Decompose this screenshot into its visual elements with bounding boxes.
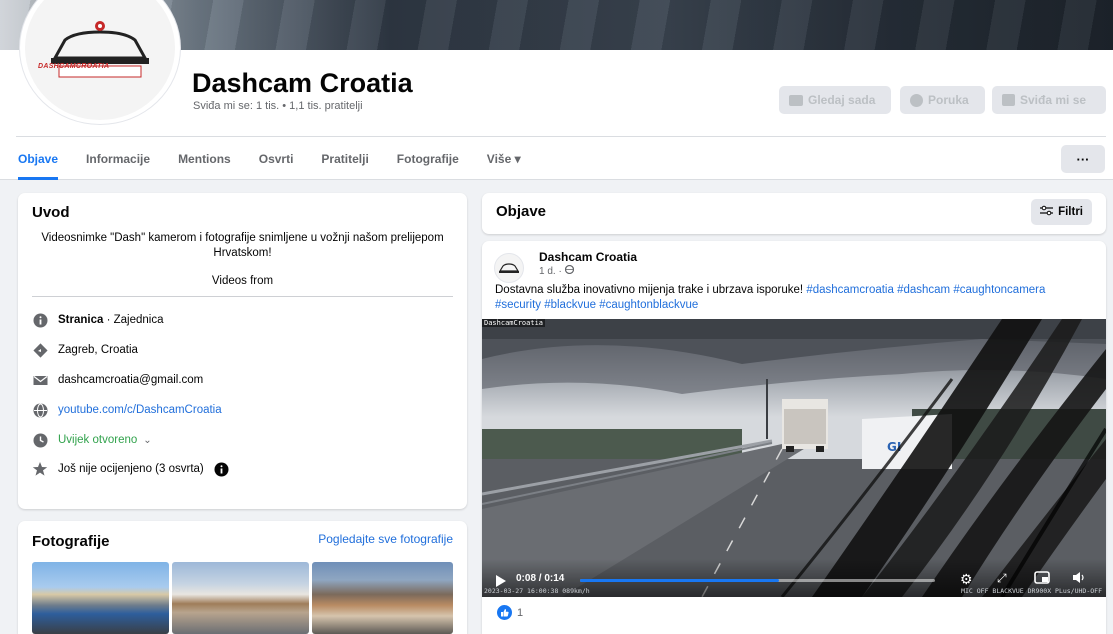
info-rating: Još nije ocijenjeno (3 osvrta)	[32, 461, 230, 477]
info-email[interactable]: dashcamcroatia@gmail.com	[32, 372, 203, 388]
tab-pratitelji[interactable]: Pratitelji	[307, 138, 382, 180]
globe-icon	[32, 402, 48, 418]
filter-icon	[1040, 205, 1054, 219]
videos-from-label: Videos from	[211, 275, 274, 287]
reaction-count: 1	[517, 606, 524, 619]
page-header: DASHCAMCROATIA Dashcam Croatia Sviđa mi …	[0, 0, 1113, 180]
chevron-down-icon[interactable]: ⌄	[143, 435, 151, 446]
intro-card: Uvod Videosnimke "Dash" kamerom i fotogr…	[18, 193, 467, 509]
like-page-button[interactable]: Sviđa mi se	[992, 86, 1106, 114]
youtube-link[interactable]: youtube.com/c/DashcamCroatia	[58, 404, 222, 416]
post-reactions[interactable]: 1	[497, 605, 523, 620]
video-controls: 0:08 / 0:14 ⚙ ⤢ 2023-03-27 16:00:38 089k…	[482, 559, 1106, 597]
video-osd-left: 2023-03-27 16:00:38 089km/h	[484, 587, 590, 595]
posts-title: Objave	[496, 203, 547, 220]
post-author-name[interactable]: Dashcam Croatia	[539, 250, 637, 264]
intro-divider	[32, 296, 453, 297]
car-logo-icon	[498, 263, 520, 273]
logo-text: DASHCAMCROATIA	[38, 63, 110, 70]
info-icon	[32, 312, 48, 328]
post-text: Dostavna služba inovativno mijenja trake…	[495, 283, 1090, 313]
video-time: 0:08 / 0:14	[516, 573, 565, 584]
filter-label: Filtri	[1058, 206, 1083, 218]
post-video[interactable]: GI DashcamCroatia 0:08 / 0:14 ⚙ ⤢ 2023-0…	[482, 319, 1106, 597]
video-progress-bar[interactable]	[580, 579, 935, 582]
intro-description: Videosnimke "Dash" kamerom i fotografije…	[41, 232, 444, 259]
email-icon	[32, 372, 48, 388]
tab-more[interactable]: Više ▾	[473, 138, 535, 180]
video-progress-fill	[580, 579, 779, 582]
watch-now-button[interactable]: Gledaj sada	[779, 86, 891, 114]
globe-icon	[564, 264, 574, 277]
location-icon	[32, 342, 48, 358]
page-title[interactable]: Dashcam Croatia	[192, 68, 413, 99]
fullscreen-icon[interactable]: ⤢	[997, 571, 1007, 586]
info-youtube[interactable]: youtube.com/c/DashcamCroatia	[32, 402, 222, 418]
more-options-button[interactable]: ···	[1061, 145, 1105, 173]
photos-title: Fotografije	[32, 533, 110, 550]
tab-objave[interactable]: Objave	[18, 138, 72, 180]
video-watermark: DashcamCroatia	[482, 319, 546, 327]
thumbs-up-icon	[1002, 94, 1015, 106]
email-text[interactable]: dashcamcroatia@gmail.com	[58, 374, 203, 386]
category-type: Stranica	[58, 314, 104, 326]
photo-thumbnail[interactable]	[312, 562, 453, 634]
intro-title: Uvod	[32, 204, 70, 221]
header-divider	[16, 136, 1106, 137]
category-name: · Zajednica	[103, 314, 164, 326]
rating-info-icon[interactable]	[214, 461, 230, 477]
hours-text[interactable]: Uvijek otvoreno	[58, 434, 137, 446]
settings-gear-icon[interactable]: ⚙	[960, 571, 973, 588]
page-tabs: Objave Informacije Mentions Osvrti Prati…	[18, 138, 535, 180]
info-location: Zagreb, Croatia	[32, 342, 138, 358]
like-page-label: Sviđa mi se	[1020, 93, 1087, 107]
star-icon	[32, 461, 48, 477]
volume-icon[interactable]	[1072, 571, 1088, 587]
picture-in-picture-icon[interactable]	[1034, 571, 1050, 587]
page-avatar[interactable]	[20, 0, 180, 124]
watch-now-label: Gledaj sada	[808, 93, 876, 107]
photo-thumbnail[interactable]	[32, 562, 169, 634]
message-button[interactable]: Poruka	[900, 86, 985, 114]
messenger-icon	[910, 93, 923, 107]
post-meta: 1 d. ·	[539, 264, 574, 277]
photos-card: Fotografije Pogledajte sve fotografije	[18, 521, 467, 634]
clock-icon	[32, 432, 48, 448]
tab-osvrti[interactable]: Osvrti	[245, 138, 308, 180]
info-category: Stranica · Zajednica	[32, 312, 163, 328]
post-card: Dashcam Croatia 1 d. · Dostavna služba i…	[482, 241, 1106, 634]
like-reaction-icon	[497, 605, 512, 620]
tab-fotografije[interactable]: Fotografije	[383, 138, 473, 180]
tab-mentions[interactable]: Mentions	[164, 138, 245, 180]
posts-header-card: Objave Filtri	[482, 193, 1106, 234]
rating-text: Još nije ocijenjeno (3 osvrta)	[58, 463, 204, 475]
post-time[interactable]: 1 d. ·	[539, 266, 565, 277]
location-text: Zagreb, Croatia	[58, 344, 138, 356]
play-icon[interactable]	[496, 575, 506, 587]
info-hours[interactable]: Uvijek otvoreno ⌄	[32, 432, 152, 448]
video-icon	[789, 94, 803, 106]
video-osd-right: MIC OFF BLACKVUE DR900X PLus/UHD-OFF	[961, 587, 1102, 595]
message-label: Poruka	[928, 93, 969, 107]
filter-button[interactable]: Filtri	[1031, 199, 1092, 225]
photo-thumbnail[interactable]	[172, 562, 309, 634]
page-stats[interactable]: Sviđa mi se: 1 tis. • 1,1 tis. pratitelj…	[193, 100, 363, 112]
see-all-photos-link[interactable]: Pogledajte sve fotografije	[318, 532, 453, 546]
post-author-avatar[interactable]	[494, 253, 524, 283]
tab-informacije[interactable]: Informacije	[72, 138, 164, 180]
video-frame: GI	[482, 319, 1106, 597]
post-body: Dostavna služba inovativno mijenja trake…	[495, 284, 807, 296]
